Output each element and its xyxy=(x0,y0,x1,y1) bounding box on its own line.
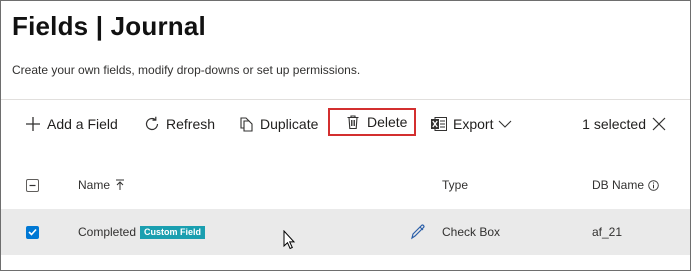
close-icon[interactable] xyxy=(652,117,666,131)
refresh-button[interactable]: Refresh xyxy=(142,109,215,139)
selected-count: 1 selected xyxy=(582,116,646,132)
delete-icon xyxy=(343,112,363,132)
info-icon[interactable] xyxy=(648,179,659,191)
table-header: Name Type DB Name xyxy=(1,166,690,204)
refresh-label: Refresh xyxy=(166,116,216,132)
plus-icon xyxy=(23,114,43,134)
fields-panel: Fields | Journal Create your own fields,… xyxy=(0,0,691,271)
toolbar-divider xyxy=(1,99,690,100)
column-header-type[interactable]: Type xyxy=(442,166,468,204)
custom-field-badge: Custom Field xyxy=(140,225,206,239)
column-header-db-name[interactable]: DB Name xyxy=(592,166,659,204)
command-bar: Add a Field Refresh Duplicate Delete Exp… xyxy=(1,105,690,143)
excel-icon xyxy=(429,114,449,134)
refresh-icon xyxy=(142,114,162,134)
add-field-label: Add a Field xyxy=(47,116,118,132)
page-subtitle: Create your own fields, modify drop-down… xyxy=(12,63,361,77)
select-all-checkbox[interactable] xyxy=(26,166,39,204)
export-label: Export xyxy=(453,116,494,132)
column-header-name[interactable]: Name xyxy=(78,166,125,204)
field-type-cell: Check Box xyxy=(442,225,501,239)
duplicate-icon xyxy=(236,114,256,134)
checkmark-icon xyxy=(26,225,39,239)
delete-button[interactable]: Delete xyxy=(328,108,416,136)
table-row[interactable]: Completed Custom Field Check Box af_21 xyxy=(1,209,690,255)
selection-indicator: 1 selected xyxy=(582,109,666,139)
db-name-cell: af_21 xyxy=(592,225,623,239)
edit-pencil-icon[interactable] xyxy=(409,209,427,255)
export-button[interactable]: Export xyxy=(429,109,519,139)
delete-label: Delete xyxy=(367,114,408,130)
sort-up-icon xyxy=(115,179,125,191)
field-name-cell[interactable]: Completed Custom Field xyxy=(78,209,206,255)
mouse-cursor-icon xyxy=(283,229,297,255)
page-title: Fields | Journal xyxy=(12,11,206,41)
add-field-button[interactable]: Add a Field xyxy=(23,109,118,139)
row-checkbox[interactable] xyxy=(26,209,39,255)
duplicate-label: Duplicate xyxy=(260,116,319,132)
duplicate-button[interactable]: Duplicate xyxy=(236,109,318,139)
field-name: Completed xyxy=(78,225,137,239)
chevron-down-icon xyxy=(495,114,515,134)
